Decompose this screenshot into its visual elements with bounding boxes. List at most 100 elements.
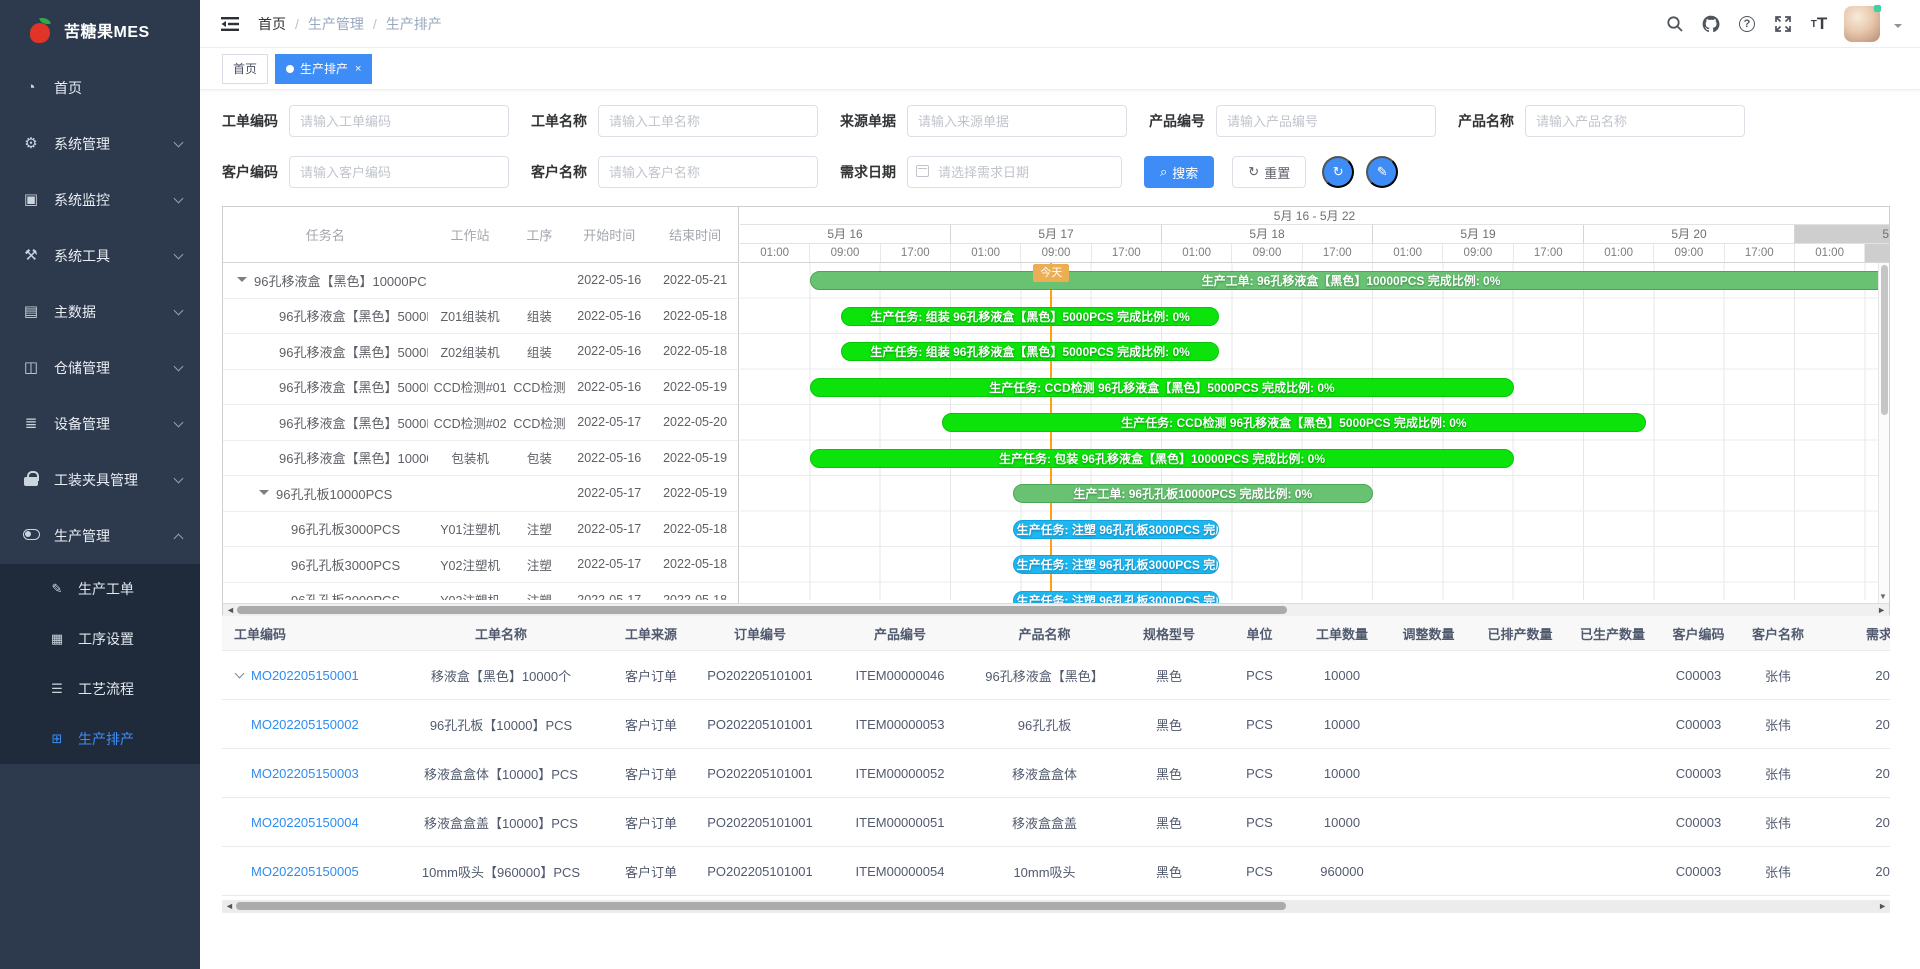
table-cell: MO202205150005 — [222, 864, 390, 879]
tree-expand-icon[interactable] — [237, 277, 247, 287]
sidebar-item-1[interactable]: ⚙系统管理 — [0, 116, 200, 172]
table-row[interactable]: MO202205150003移液盒盒体【10000】PCS客户订单PO20220… — [222, 749, 1890, 798]
sidebar-subitem-0[interactable]: ✎生产工单 — [0, 564, 200, 614]
gantt-bar[interactable]: 生产工单: 96孔孔板10000PCS 完成比例: 0% — [1013, 484, 1373, 503]
table-row[interactable]: MO202205150004移液盒盒盖【10000】PCS客户订单PO20220… — [222, 798, 1890, 847]
filter-input[interactable] — [1216, 105, 1436, 137]
table-cell: 张伟 — [1739, 764, 1817, 783]
gantt-bar[interactable]: 生产任务: 包装 96孔移液盒【黑色】10000PCS 完成比例: 0% — [810, 449, 1513, 468]
table-cell: PO202205101001 — [690, 668, 830, 683]
table-col-12: 客户编码 — [1658, 624, 1739, 643]
sidebar-subitem-3[interactable]: ⊞生产排产 — [0, 714, 200, 764]
workorder-link[interactable]: MO202205150001 — [251, 668, 359, 683]
breadcrumb: 首页/生产管理/生产排产 — [258, 0, 442, 48]
gantt-scroll-thumb[interactable] — [237, 606, 1287, 614]
gantt-task-row[interactable]: 96孔孔板3000PCSY01注塑机注塑2022-05-172022-05-18 — [223, 512, 738, 548]
gantt-tick-cell: 17:00 — [1092, 244, 1162, 262]
workorder-link[interactable]: MO202205150002 — [251, 717, 359, 732]
tab-首页[interactable]: 首页 — [222, 54, 268, 84]
sidebar-item-5[interactable]: ◫仓储管理 — [0, 340, 200, 396]
gantt-horizontal-scrollbar[interactable]: ◄ ► — [223, 603, 1889, 616]
tree-expand-icon[interactable] — [259, 490, 269, 500]
filter-input[interactable] — [289, 156, 509, 188]
filter-input[interactable] — [598, 156, 818, 188]
table-row[interactable]: MO20220515000296孔孔板【10000】PCS客户订单PO20220… — [222, 700, 1890, 749]
table-scroll-right-arrow[interactable]: ► — [1878, 901, 1887, 912]
gantt-bar[interactable]: 生产任务: 组装 96孔移液盒【黑色】5000PCS 完成比例: 0% — [841, 307, 1219, 326]
table-cell: C00003 — [1658, 668, 1739, 683]
workorder-link[interactable]: MO202205150003 — [251, 766, 359, 781]
gantt-bar[interactable]: 生产工单: 96孔移液盒【黑色】10000PCS 完成比例: 0% — [810, 271, 1889, 290]
table-cell: ITEM00000051 — [830, 815, 970, 830]
table-row[interactable]: MO202205150001移液盒【黑色】10000个客户订单PO2022051… — [222, 651, 1890, 700]
table-cell: 10mm吸头【960000】PCS — [390, 862, 612, 881]
filter-input[interactable] — [289, 105, 509, 137]
gantt-vertical-scrollbar[interactable] — [1878, 263, 1889, 603]
edit-round-button[interactable]: ✎ — [1366, 156, 1398, 188]
tab-生产排产[interactable]: 生产排产× — [275, 54, 372, 84]
table-scroll-thumb[interactable] — [236, 902, 1286, 910]
sidebar-item-3[interactable]: ⚒系统工具 — [0, 228, 200, 284]
row-expand-icon[interactable] — [235, 669, 245, 679]
gantt-task-row[interactable]: 96孔移液盒【黑色】5000PCCD检测#02CCD检测2022-05-1720… — [223, 405, 738, 441]
lock-glyph — [24, 471, 38, 486]
gantt-bar[interactable]: 生产任务: 组装 96孔移液盒【黑色】5000PCS 完成比例: 0% — [841, 342, 1219, 361]
gantt-end-date: 2022-05-18 — [652, 344, 738, 358]
gantt-day-cell: 5月 18 — [1162, 225, 1373, 243]
font-size-icon[interactable]: TT — [1808, 13, 1830, 35]
refresh-round-button[interactable]: ↻ — [1322, 156, 1354, 188]
sidebar-item-0[interactable]: ◔首页 — [0, 60, 200, 116]
table-row[interactable]: MO20220515000510mm吸头【960000】PCS客户订单PO202… — [222, 847, 1890, 896]
sidebar-item-4[interactable]: ▤主数据 — [0, 284, 200, 340]
breadcrumb-item[interactable]: 生产管理 — [308, 14, 364, 34]
sidebar-item-8[interactable]: 生产管理 — [0, 508, 200, 564]
gantt-scroll-left-arrow[interactable]: ◄ — [226, 605, 235, 616]
breadcrumb-item[interactable]: 生产排产 — [386, 14, 442, 34]
gantt-task-row[interactable]: 96孔移液盒【黑色】5000PZ02组装机组装2022-05-162022-05… — [223, 334, 738, 370]
filter-input[interactable] — [1525, 105, 1745, 137]
gantt-process: CCD检测 — [512, 413, 566, 432]
gantt-start-date: 2022-05-17 — [566, 593, 652, 600]
gantt-task-row[interactable]: 96孔移液盒【黑色】5000PCCD检测#01CCD检测2022-05-1620… — [223, 370, 738, 406]
gantt-process: 组装 — [512, 306, 566, 325]
gantt-task-row[interactable]: 96孔孔板3000PCSY03注塑机注塑2022-05-172022-05-18 — [223, 583, 738, 601]
github-icon[interactable] — [1700, 13, 1722, 35]
avatar-dropdown-caret[interactable] — [1894, 24, 1902, 32]
search-icon[interactable] — [1664, 13, 1686, 35]
fullscreen-icon[interactable] — [1772, 13, 1794, 35]
table-cell: 黑色 — [1119, 715, 1219, 734]
gantt-task-row[interactable]: 96孔移液盒【黑色】10000包装机包装2022-05-162022-05-19 — [223, 441, 738, 477]
table-scroll-left-arrow[interactable]: ◄ — [225, 901, 234, 912]
gantt-end-date: 2022-05-19 — [652, 380, 738, 394]
sidebar-item-2[interactable]: ▣系统监控 — [0, 172, 200, 228]
gantt-timeline: 5月 16 - 5月 22 5月 165月 175月 185月 195月 205… — [740, 207, 1889, 616]
filter-input[interactable] — [598, 105, 818, 137]
sidebar-item-label: 主数据 — [54, 302, 175, 322]
table-col-4: 产品编号 — [830, 624, 970, 643]
table-horizontal-scrollbar[interactable]: ◄ ► — [222, 900, 1890, 913]
gantt-task-row[interactable]: 96孔孔板3000PCSY02注塑机注塑2022-05-172022-05-18 — [223, 547, 738, 583]
gantt-bar[interactable]: 生产任务: CCD检测 96孔移液盒【黑色】5000PCS 完成比例: 0% — [942, 413, 1645, 432]
workorder-link[interactable]: MO202205150005 — [251, 864, 359, 879]
gantt-task-row[interactable]: 96孔孔板10000PCS2022-05-172022-05-19 — [223, 476, 738, 512]
sidebar-item-6[interactable]: ≣设备管理 — [0, 396, 200, 452]
sidebar-subitem-2[interactable]: ☰工艺流程 — [0, 664, 200, 714]
workorder-link[interactable]: MO202205150004 — [251, 815, 359, 830]
tab-close-icon[interactable]: × — [355, 63, 361, 75]
gantt-scroll-right-arrow[interactable]: ► — [1877, 605, 1886, 616]
avatar[interactable] — [1844, 6, 1880, 42]
gantt-task-row[interactable]: 96孔移液盒【黑色】5000PZ01组装机组装2022-05-162022-05… — [223, 299, 738, 335]
sidebar-item-7[interactable]: 工装夹具管理 — [0, 452, 200, 508]
date-input[interactable] — [907, 156, 1122, 188]
filter-input[interactable] — [907, 105, 1127, 137]
sidebar-subitem-1[interactable]: ▦工序设置 — [0, 614, 200, 664]
gantt-bar[interactable]: 生产任务: CCD检测 96孔移液盒【黑色】5000PCS 完成比例: 0% — [810, 378, 1513, 397]
gantt-scroll-down-arrow[interactable]: ▼ — [1878, 592, 1888, 602]
search-button[interactable]: ⌕搜索 — [1144, 156, 1214, 188]
gantt-bar[interactable]: 生产任务: 注塑 96孔孔板3000PCS 完成比例: 0% — [1013, 555, 1220, 574]
gantt-task-row[interactable]: 96孔移液盒【黑色】10000PC2022-05-162022-05-21 — [223, 263, 738, 299]
reset-button[interactable]: ↻重置 — [1232, 156, 1306, 188]
gantt-bar[interactable]: 生产任务: 注塑 96孔孔板3000PCS 完成比例: 0% — [1013, 520, 1220, 539]
help-icon[interactable]: ? — [1736, 13, 1758, 35]
sidebar-collapse-icon[interactable] — [220, 14, 240, 34]
